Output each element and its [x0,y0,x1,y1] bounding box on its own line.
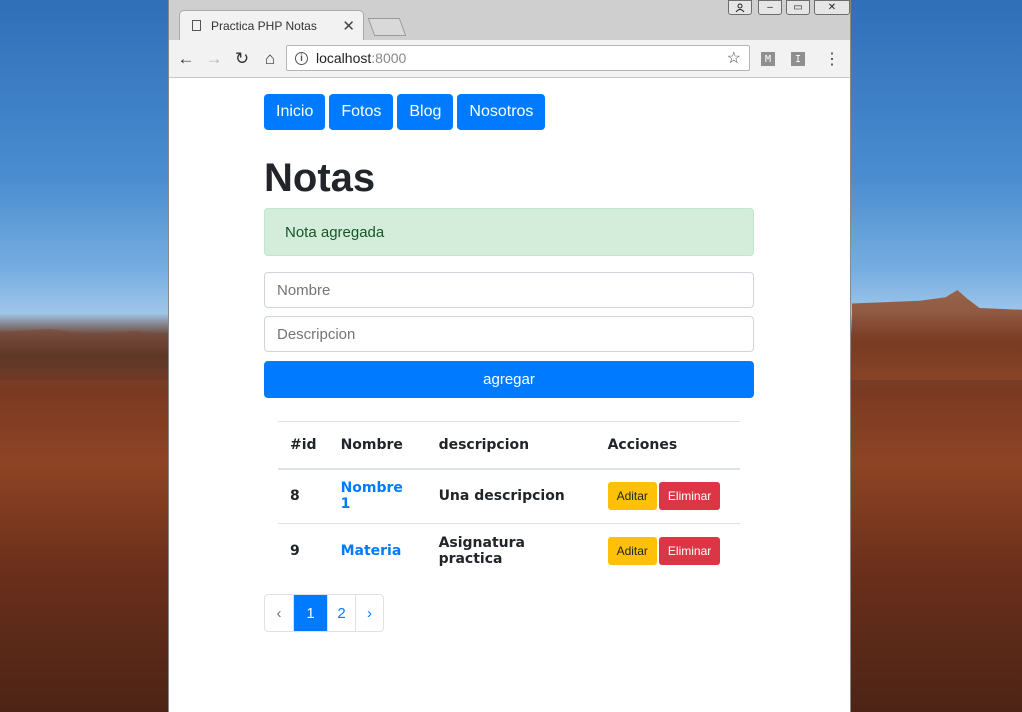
pagination-page-1[interactable]: 1 [293,595,327,631]
cell-descripcion: Una descripcion [438,488,565,505]
cell-descripcion: Asignatura practica [438,535,525,568]
info-icon[interactable]: i [295,51,308,65]
table-header-row: #id Nombre descripcion Acciones [278,421,740,469]
url-host: localhost [316,50,372,66]
minimize-button[interactable]: – [758,0,782,15]
browser-tab[interactable]: Practica PHP Notas ✕ [179,10,364,40]
window-close-button[interactable]: ✕ [814,0,850,15]
delete-button[interactable]: Eliminar [658,482,721,511]
reload-icon[interactable]: ↻ [231,48,253,70]
url-port: :8000 [371,50,407,66]
extension-m-icon[interactable]: M [761,52,775,66]
pagination: ‹ 1 2 › [264,594,384,632]
tab-close-icon[interactable]: ✕ [342,17,355,35]
browser-menu-icon[interactable]: ⋮ [824,49,840,69]
nav-blog[interactable]: Blog [397,94,454,130]
page-title: Notas [264,156,376,200]
nombre-input[interactable] [264,272,754,308]
nav-nosotros[interactable]: Nosotros [457,94,546,130]
notes-table: #id Nombre descripcion Acciones 8 Nombre… [278,421,740,579]
address-bar[interactable]: i localhost:8000 ☆ [286,45,750,71]
agregar-button[interactable]: agregar [264,361,754,398]
nav-fotos[interactable]: Fotos [329,94,394,130]
table-row: 8 Nombre 1 Una descripcion Aditar Elimina… [278,469,740,524]
maximize-button[interactable]: ▭ [786,0,810,15]
browser-window: Practica PHP Notas ✕ – ▭ ✕ ← → ↻ ⌂ i loc… [169,0,850,712]
browser-toolbar: ← → ↻ ⌂ i localhost:8000 ☆ M I ⋮ [169,40,850,78]
document-icon [192,20,201,31]
bookmark-star-icon[interactable]: ☆ [727,48,741,68]
new-tab-button[interactable] [367,18,407,36]
col-acciones: Acciones [607,436,678,453]
nav-inicio[interactable]: Inicio [264,94,326,130]
col-descripcion: descripcion [438,436,530,453]
forward-icon[interactable]: → [203,48,225,70]
pagination-next[interactable]: › [355,595,383,631]
success-alert: Nota agregada [264,208,754,256]
home-icon[interactable]: ⌂ [259,48,281,70]
cell-id: 8 [290,488,300,505]
edit-button[interactable]: Aditar [607,482,657,511]
col-id: #id [290,436,317,453]
extension-i-icon[interactable]: I [791,52,805,66]
tab-title: Practica PHP Notas [211,18,317,33]
delete-button[interactable]: Eliminar [658,537,721,566]
cell-id: 9 [290,543,300,560]
browser-titlebar: Practica PHP Notas ✕ – ▭ ✕ [169,0,850,40]
desktop-wallpaper-right [852,290,1022,380]
table-row: 9 Materia Asignatura practica Aditar Elim… [278,524,740,579]
main-nav: Inicio Fotos Blog Nosotros [264,94,546,130]
descripcion-input[interactable] [264,316,754,352]
note-link[interactable]: Nombre 1 [341,480,403,512]
edit-button[interactable]: Aditar [607,537,657,566]
back-icon[interactable]: ← [175,48,197,70]
cell-acciones: Aditar Eliminar [596,524,740,579]
desktop-wallpaper-left [0,329,170,380]
note-link[interactable]: Materia [341,543,402,559]
pagination-page-2[interactable]: 2 [327,595,355,631]
pagination-prev[interactable]: ‹ [265,595,293,631]
cell-acciones: Aditar Eliminar [596,469,740,524]
profile-icon[interactable] [728,0,752,15]
col-nombre: Nombre [340,436,403,453]
